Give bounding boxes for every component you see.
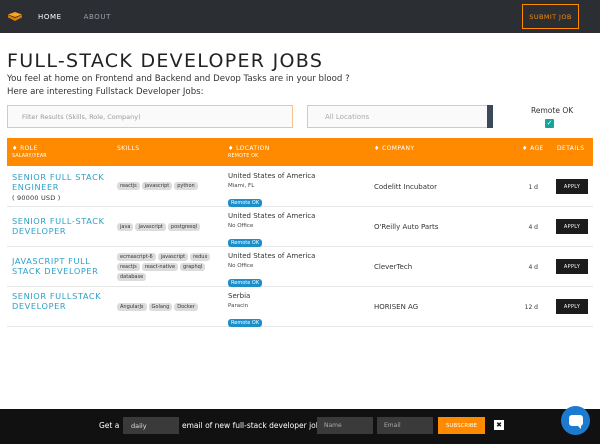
chat-bubble-icon (568, 415, 583, 429)
company-name: CleverTech (374, 263, 413, 271)
skill-tag[interactable]: react-native (141, 263, 179, 271)
header-company[interactable]: ♦ COMPANY (374, 145, 414, 152)
name-input[interactable]: Name (317, 417, 373, 434)
job-role-link[interactable]: SENIOR FULL STACK ENGINEER ( 90000 USD ) (12, 172, 112, 204)
job-age: 1 d (528, 184, 538, 191)
apply-button[interactable]: APPLY (556, 299, 588, 314)
header-skills: SKILLS (117, 145, 140, 152)
skill-tag[interactable]: javascript (135, 223, 166, 231)
job-role-link[interactable]: SENIOR FULL-STACK DEVELOPER (12, 216, 112, 236)
job-role-link[interactable]: SENIOR FULLSTACK DEVELOPER (12, 291, 112, 311)
job-role-text: JAVASCRIPT FULL STACK DEVELOPER (12, 256, 99, 276)
apply-button[interactable]: APPLY (556, 179, 588, 194)
search-placeholder: Filter Results (Skills, Role, Company) (22, 112, 141, 121)
remote-ok-label: Remote OK (531, 106, 574, 115)
header-details: DETAILS (557, 145, 585, 152)
header-salary-label: SALARY/YEAR (12, 154, 47, 159)
intro-text: You feel at home on Frontend and Backend… (7, 73, 350, 99)
skill-tag[interactable]: postgresql (167, 223, 201, 231)
job-location: United States of America No Office Remot… (228, 212, 315, 248)
skill-tag[interactable]: graphql (180, 263, 206, 271)
frequency-select[interactable]: daily (123, 417, 179, 434)
company-name: Codelitt Incubator (374, 183, 437, 191)
header-age[interactable]: ♦ AGE (522, 145, 544, 152)
remote-ok-badge: Remote OK (228, 199, 263, 207)
submit-job-button[interactable]: SUBMIT JOB (522, 4, 579, 29)
location-country: United States of America (228, 212, 316, 220)
header-role-label: ♦ ROLE (12, 145, 38, 152)
apply-button[interactable]: APPLY (556, 219, 588, 234)
skill-tag[interactable]: javascript (141, 182, 173, 190)
subscribe-text: email of new full-stack developer jobs (182, 421, 325, 430)
close-icon[interactable]: ✖ (494, 420, 504, 430)
header-location-label: ♦ LOCATION (228, 145, 270, 152)
location-city: Miami, FL (228, 183, 255, 189)
company-name: O'Reilly Auto Parts (374, 223, 439, 231)
skills-list: ecmascript-6 javascript redux reactjs re… (117, 253, 227, 281)
job-location: United States of America Miami, FL Remot… (228, 172, 315, 208)
job-role-link[interactable]: JAVASCRIPT FULL STACK DEVELOPER (12, 256, 112, 276)
company-name: HORISEN AG (374, 303, 419, 311)
page-title: FULL-STACK DEVELOPER JOBS (7, 50, 324, 72)
job-age: 4 d (528, 224, 538, 231)
job-role-text: SENIOR FULLSTACK DEVELOPER (12, 291, 102, 311)
subscribe-bar: Get a daily email of new full-stack deve… (0, 409, 600, 444)
skill-tag[interactable]: Docker (174, 303, 198, 311)
skill-tag[interactable]: AngularJs (117, 303, 147, 311)
remote-ok-badge: Remote OK (228, 279, 263, 287)
skill-tag[interactable]: reactjs (117, 263, 140, 271)
location-country: United States of America (228, 172, 316, 180)
nav-about[interactable]: ABOUT (84, 13, 111, 21)
remote-ok-badge: Remote OK (228, 319, 263, 327)
location-dropdown-handle[interactable] (487, 105, 493, 128)
nav-home[interactable]: HOME (38, 13, 62, 21)
header-role[interactable]: ♦ ROLE SALARY/YEAR (12, 145, 47, 159)
skills-list: AngularJs Golang Docker (117, 303, 227, 311)
table-header: ♦ ROLE SALARY/YEAR SKILLS ♦ LOCATION REM… (7, 138, 593, 166)
table-row: SENIOR FULLSTACK DEVELOPER AngularJs Gol… (7, 287, 593, 327)
skill-tag[interactable]: python (174, 182, 198, 190)
skill-tag[interactable]: database (117, 273, 147, 281)
skill-tag[interactable]: Golang (148, 303, 173, 311)
job-role-text: SENIOR FULL-STACK DEVELOPER (12, 216, 105, 236)
intro-line-2: Here are interesting Fullstack Developer… (7, 87, 204, 97)
remote-ok-badge: Remote OK (228, 239, 263, 247)
intro-line-1: You feel at home on Frontend and Backend… (7, 74, 350, 84)
location-select[interactable]: All Locations (307, 105, 493, 128)
job-age: 12 d (524, 304, 538, 311)
location-city: Paracin (228, 303, 249, 309)
remote-ok-checkbox[interactable]: ✓ (545, 119, 554, 128)
table-row: SENIOR FULL STACK ENGINEER ( 90000 USD )… (7, 167, 593, 207)
search-input[interactable]: Filter Results (Skills, Role, Company) (7, 105, 293, 128)
logo-icon[interactable] (8, 12, 22, 21)
job-location: Serbia Paracin Remote OK (228, 292, 263, 328)
header-remote-label: REMOTE OK (228, 154, 259, 159)
checkmark-icon: ✓ (546, 119, 553, 127)
table-row: JAVASCRIPT FULL STACK DEVELOPER ecmascri… (7, 247, 593, 287)
subscribe-button[interactable]: SUBSCRIBE (438, 417, 485, 434)
skill-tag[interactable]: redux (190, 253, 211, 261)
location-country: United States of America (228, 252, 316, 260)
job-role-text: SENIOR FULL STACK ENGINEER (12, 172, 105, 192)
table-row: SENIOR FULL-STACK DEVELOPER java javascr… (7, 207, 593, 247)
job-location: United States of America No Office Remot… (228, 252, 315, 288)
location-placeholder: All Locations (325, 112, 370, 121)
skill-tag[interactable]: reactjs (117, 182, 140, 190)
skill-tag[interactable]: javascript (157, 253, 189, 261)
chat-button[interactable] (561, 406, 590, 435)
location-city: No Office (228, 263, 254, 269)
skills-list: java javascript postgresql (117, 223, 227, 231)
top-nav: HOME ABOUT SUBMIT JOB (0, 0, 600, 33)
job-age: 4 d (528, 264, 538, 271)
skill-tag[interactable]: ecmascript-6 (117, 253, 156, 261)
email-input[interactable]: Email (377, 417, 433, 434)
skill-tag[interactable]: java (117, 223, 134, 231)
job-salary: ( 90000 USD ) (12, 194, 61, 202)
apply-button[interactable]: APPLY (556, 259, 588, 274)
location-country: Serbia (228, 292, 251, 300)
header-location[interactable]: ♦ LOCATION REMOTE OK (228, 145, 270, 159)
location-city: No Office (228, 223, 254, 229)
subscribe-get-a-text: Get a (99, 421, 120, 430)
skills-list: reactjs javascript python (117, 182, 227, 190)
